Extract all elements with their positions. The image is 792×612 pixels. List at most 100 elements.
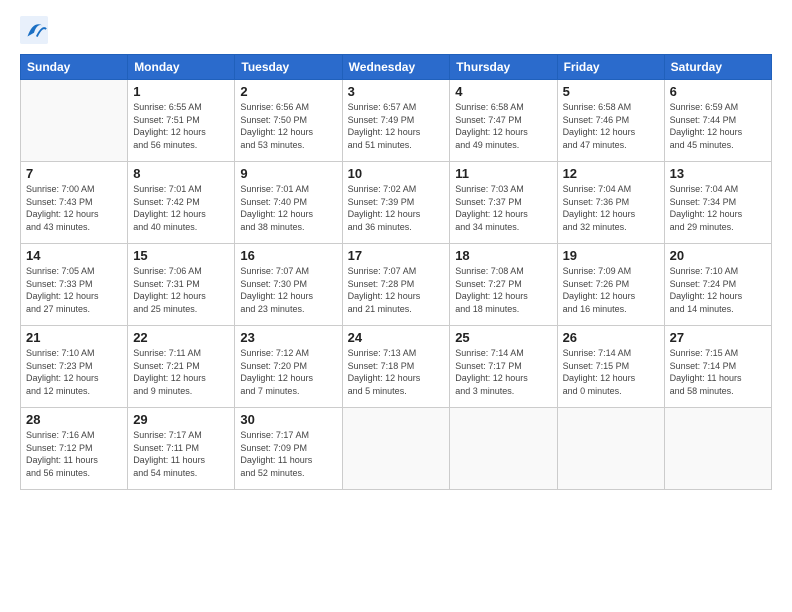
day-number: 4 [455,84,551,99]
day-info: Sunrise: 7:05 AM Sunset: 7:33 PM Dayligh… [26,265,122,315]
calendar-cell: 3 Sunrise: 6:57 AM Sunset: 7:49 PM Daylig… [342,80,450,162]
day-number: 12 [563,166,659,181]
day-info: Sunrise: 7:04 AM Sunset: 7:34 PM Dayligh… [670,183,766,233]
day-info: Sunrise: 7:06 AM Sunset: 7:31 PM Dayligh… [133,265,229,315]
calendar-week-4: 21 Sunrise: 7:10 AM Sunset: 7:23 PM Dayli… [21,326,772,408]
day-info: Sunrise: 6:58 AM Sunset: 7:46 PM Dayligh… [563,101,659,151]
calendar-table: SundayMondayTuesdayWednesdayThursdayFrid… [20,54,772,490]
calendar-cell: 1 Sunrise: 6:55 AM Sunset: 7:51 PM Daylig… [128,80,235,162]
day-info: Sunrise: 7:13 AM Sunset: 7:18 PM Dayligh… [348,347,445,397]
calendar-cell: 9 Sunrise: 7:01 AM Sunset: 7:40 PM Daylig… [235,162,342,244]
weekday-header-saturday: Saturday [664,55,771,80]
calendar-cell [450,408,557,490]
calendar-cell: 29 Sunrise: 7:17 AM Sunset: 7:11 PM Dayli… [128,408,235,490]
day-info: Sunrise: 7:09 AM Sunset: 7:26 PM Dayligh… [563,265,659,315]
day-info: Sunrise: 7:17 AM Sunset: 7:09 PM Dayligh… [240,429,336,479]
day-number: 13 [670,166,766,181]
calendar-cell: 25 Sunrise: 7:14 AM Sunset: 7:17 PM Dayli… [450,326,557,408]
weekday-header-thursday: Thursday [450,55,557,80]
calendar-cell: 24 Sunrise: 7:13 AM Sunset: 7:18 PM Dayli… [342,326,450,408]
day-info: Sunrise: 7:01 AM Sunset: 7:40 PM Dayligh… [240,183,336,233]
day-info: Sunrise: 7:03 AM Sunset: 7:37 PM Dayligh… [455,183,551,233]
day-info: Sunrise: 7:11 AM Sunset: 7:21 PM Dayligh… [133,347,229,397]
day-info: Sunrise: 7:14 AM Sunset: 7:17 PM Dayligh… [455,347,551,397]
day-number: 18 [455,248,551,263]
day-number: 10 [348,166,445,181]
day-number: 6 [670,84,766,99]
calendar-cell: 21 Sunrise: 7:10 AM Sunset: 7:23 PM Dayli… [21,326,128,408]
day-info: Sunrise: 7:17 AM Sunset: 7:11 PM Dayligh… [133,429,229,479]
calendar-cell: 30 Sunrise: 7:17 AM Sunset: 7:09 PM Dayli… [235,408,342,490]
calendar-cell: 28 Sunrise: 7:16 AM Sunset: 7:12 PM Dayli… [21,408,128,490]
calendar-cell: 26 Sunrise: 7:14 AM Sunset: 7:15 PM Dayli… [557,326,664,408]
day-info: Sunrise: 7:12 AM Sunset: 7:20 PM Dayligh… [240,347,336,397]
day-number: 30 [240,412,336,427]
weekday-header-friday: Friday [557,55,664,80]
calendar-cell: 23 Sunrise: 7:12 AM Sunset: 7:20 PM Dayli… [235,326,342,408]
calendar-cell: 12 Sunrise: 7:04 AM Sunset: 7:36 PM Dayli… [557,162,664,244]
calendar-week-3: 14 Sunrise: 7:05 AM Sunset: 7:33 PM Dayli… [21,244,772,326]
day-number: 11 [455,166,551,181]
calendar-week-1: 1 Sunrise: 6:55 AM Sunset: 7:51 PM Daylig… [21,80,772,162]
day-number: 5 [563,84,659,99]
calendar-cell: 19 Sunrise: 7:09 AM Sunset: 7:26 PM Dayli… [557,244,664,326]
weekday-header-monday: Monday [128,55,235,80]
day-number: 17 [348,248,445,263]
day-info: Sunrise: 7:10 AM Sunset: 7:24 PM Dayligh… [670,265,766,315]
day-number: 15 [133,248,229,263]
calendar-cell: 13 Sunrise: 7:04 AM Sunset: 7:34 PM Dayli… [664,162,771,244]
calendar-cell: 17Sunrise: 7:07 AM Sunset: 7:28 PM Dayli… [342,244,450,326]
day-info: Sunrise: 7:01 AM Sunset: 7:42 PM Dayligh… [133,183,229,233]
calendar-week-2: 7 Sunrise: 7:00 AM Sunset: 7:43 PM Daylig… [21,162,772,244]
calendar-cell: 14 Sunrise: 7:05 AM Sunset: 7:33 PM Dayli… [21,244,128,326]
day-number: 29 [133,412,229,427]
day-number: 25 [455,330,551,345]
weekday-header-wednesday: Wednesday [342,55,450,80]
calendar-cell: 7 Sunrise: 7:00 AM Sunset: 7:43 PM Daylig… [21,162,128,244]
calendar-cell: 20 Sunrise: 7:10 AM Sunset: 7:24 PM Dayli… [664,244,771,326]
day-number: 9 [240,166,336,181]
calendar-cell: 8 Sunrise: 7:01 AM Sunset: 7:42 PM Daylig… [128,162,235,244]
day-number: 8 [133,166,229,181]
day-number: 28 [26,412,122,427]
day-info: Sunrise: 6:58 AM Sunset: 7:47 PM Dayligh… [455,101,551,151]
day-number: 23 [240,330,336,345]
day-info: Sunrise: 7:16 AM Sunset: 7:12 PM Dayligh… [26,429,122,479]
day-info: Sunrise: 7:10 AM Sunset: 7:23 PM Dayligh… [26,347,122,397]
day-number: 24 [348,330,445,345]
day-info: Sunrise: 7:04 AM Sunset: 7:36 PM Dayligh… [563,183,659,233]
day-number: 19 [563,248,659,263]
day-number: 26 [563,330,659,345]
day-number: 7 [26,166,122,181]
calendar-cell: 18 Sunrise: 7:08 AM Sunset: 7:27 PM Dayli… [450,244,557,326]
day-info: Sunrise: 6:56 AM Sunset: 7:50 PM Dayligh… [240,101,336,151]
day-number: 2 [240,84,336,99]
calendar-cell: 6 Sunrise: 6:59 AM Sunset: 7:44 PM Daylig… [664,80,771,162]
calendar-cell [342,408,450,490]
calendar-cell: 10 Sunrise: 7:02 AM Sunset: 7:39 PM Dayli… [342,162,450,244]
weekday-header-row: SundayMondayTuesdayWednesdayThursdayFrid… [21,55,772,80]
page: SundayMondayTuesdayWednesdayThursdayFrid… [0,0,792,612]
calendar-cell: 16 Sunrise: 7:07 AM Sunset: 7:30 PM Dayli… [235,244,342,326]
day-info: Sunrise: 7:14 AM Sunset: 7:15 PM Dayligh… [563,347,659,397]
calendar-cell [21,80,128,162]
day-info: Sunrise: 6:59 AM Sunset: 7:44 PM Dayligh… [670,101,766,151]
day-info: Sunrise: 7:02 AM Sunset: 7:39 PM Dayligh… [348,183,445,233]
day-info: Sunrise: 6:55 AM Sunset: 7:51 PM Dayligh… [133,101,229,151]
logo [20,16,52,44]
weekday-header-tuesday: Tuesday [235,55,342,80]
day-number: 3 [348,84,445,99]
day-info: Sunrise: 7:08 AM Sunset: 7:27 PM Dayligh… [455,265,551,315]
calendar-cell [557,408,664,490]
day-number: 20 [670,248,766,263]
day-number: 22 [133,330,229,345]
day-number: 16 [240,248,336,263]
day-number: 1 [133,84,229,99]
day-number: 27 [670,330,766,345]
day-info: Sunrise: 7:07 AM Sunset: 7:30 PM Dayligh… [240,265,336,315]
day-number: 14 [26,248,122,263]
day-number: 21 [26,330,122,345]
day-info: Sunrise: 6:57 AM Sunset: 7:49 PM Dayligh… [348,101,445,151]
calendar-cell: 11 Sunrise: 7:03 AM Sunset: 7:37 PM Dayli… [450,162,557,244]
day-info: Sunrise: 7:00 AM Sunset: 7:43 PM Dayligh… [26,183,122,233]
